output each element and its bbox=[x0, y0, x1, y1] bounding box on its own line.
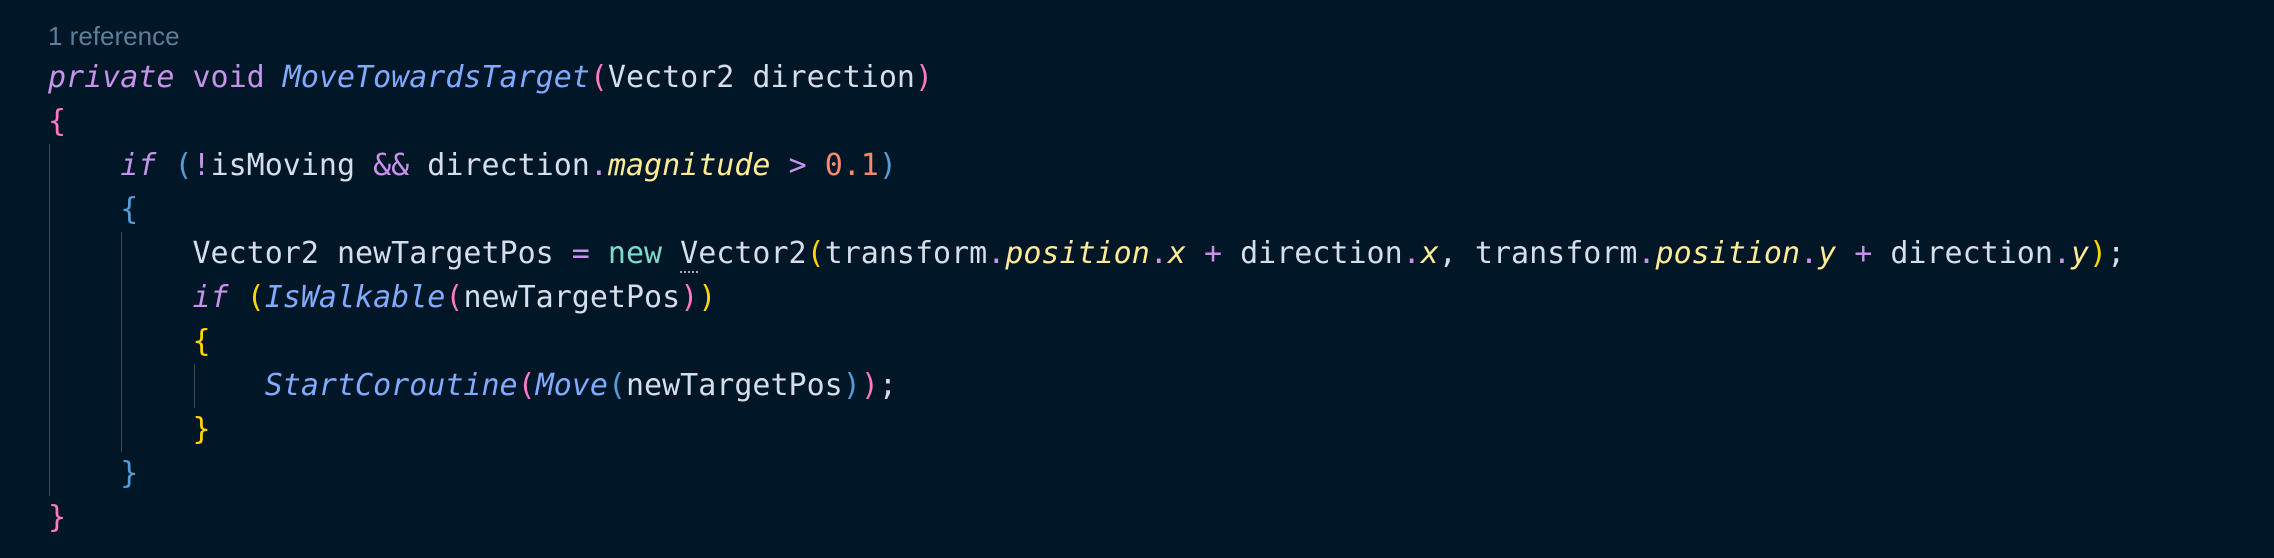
code-token: > bbox=[788, 148, 807, 183]
code-token: void bbox=[192, 60, 265, 95]
code-token: new bbox=[607, 236, 663, 271]
code-token: } bbox=[192, 412, 211, 447]
code-line[interactable]: } bbox=[48, 408, 2274, 452]
code-token: ( bbox=[517, 368, 536, 403]
code-token: . bbox=[2052, 236, 2071, 271]
code-token: ) bbox=[698, 280, 717, 315]
code-editor[interactable]: 1 reference private void MoveTowardsTarg… bbox=[0, 0, 2274, 558]
codelens-references-link[interactable]: 1 reference bbox=[48, 16, 180, 56]
code-line[interactable]: { bbox=[48, 320, 2274, 364]
code-token: . bbox=[1149, 236, 1168, 271]
code-token: ; bbox=[2107, 236, 2126, 271]
code-line[interactable]: } bbox=[48, 452, 2274, 496]
code-token: ( bbox=[246, 280, 265, 315]
code-line[interactable]: StartCoroutine(Move(newTargetPos)); bbox=[48, 364, 2274, 408]
code-token: Move bbox=[535, 368, 608, 403]
code-token: direction bbox=[409, 148, 590, 183]
code-token: if bbox=[192, 280, 229, 315]
code-line[interactable]: Vector2 newTargetPos = new Vector2(trans… bbox=[48, 232, 2274, 276]
code-token: . bbox=[589, 148, 608, 183]
code-token: ( bbox=[174, 148, 193, 183]
code-line[interactable]: if (IsWalkable(newTargetPos)) bbox=[48, 276, 2274, 320]
code-token: . bbox=[987, 236, 1006, 271]
code-token: x bbox=[1420, 236, 1439, 271]
code-line[interactable]: if (!isMoving && direction.magnitude > 0… bbox=[48, 144, 2274, 188]
code-token: x bbox=[1167, 236, 1186, 271]
code-lines[interactable]: private void MoveTowardsTarget(Vector2 d… bbox=[48, 56, 2274, 540]
code-token: direction bbox=[1872, 236, 2053, 271]
code-token: direction bbox=[1222, 236, 1403, 271]
code-token: = bbox=[571, 236, 590, 271]
code-token: . bbox=[1800, 236, 1819, 271]
code-line[interactable]: private void MoveTowardsTarget(Vector2 d… bbox=[48, 56, 2274, 100]
code-token: + bbox=[1854, 236, 1873, 271]
code-line[interactable]: { bbox=[48, 100, 2274, 144]
code-token: ) bbox=[842, 368, 861, 403]
code-token: ) bbox=[2089, 236, 2108, 271]
code-line[interactable]: { bbox=[48, 188, 2274, 232]
code-token: magnitude bbox=[607, 148, 771, 183]
code-token: ( bbox=[607, 368, 626, 403]
code-token: MoveTowardsTarget bbox=[282, 60, 590, 95]
code-token: Vector2 newTargetPos bbox=[192, 236, 572, 271]
code-token: ) bbox=[914, 60, 934, 95]
code-token: ( bbox=[589, 60, 608, 95]
code-token: private bbox=[48, 60, 175, 95]
code-line[interactable]: } bbox=[48, 496, 2274, 540]
code-token: y bbox=[1818, 236, 1837, 271]
code-token: Vector2 direction bbox=[607, 60, 915, 95]
code-token: . bbox=[1402, 236, 1421, 271]
code-token: { bbox=[48, 104, 67, 139]
code-token: ! bbox=[192, 148, 211, 183]
code-token: . bbox=[1637, 236, 1656, 271]
code-token: newTargetPos bbox=[626, 368, 843, 403]
code-token: newTargetPos bbox=[463, 280, 681, 315]
code-token: } bbox=[120, 456, 139, 491]
code-token: IsWalkable bbox=[264, 280, 446, 315]
code-token: ( bbox=[445, 280, 464, 315]
code-token: ) bbox=[860, 368, 879, 403]
code-token: { bbox=[120, 192, 139, 227]
code-token: y bbox=[2070, 236, 2090, 271]
code-token: if bbox=[120, 148, 157, 183]
code-token: ) bbox=[878, 148, 897, 183]
code-token: { bbox=[192, 324, 211, 359]
code-token: isMoving bbox=[210, 148, 374, 183]
code-token: } bbox=[48, 500, 67, 535]
code-token: && bbox=[373, 148, 410, 183]
code-token: transform bbox=[824, 236, 988, 271]
code-token: 0.1 bbox=[824, 148, 879, 183]
code-token: , transform bbox=[1438, 236, 1638, 271]
code-token: ; bbox=[878, 368, 897, 403]
code-token: ) bbox=[680, 280, 699, 315]
code-token: + bbox=[1203, 236, 1223, 271]
code-token: ( bbox=[806, 236, 825, 271]
code-token: position bbox=[1005, 236, 1150, 271]
code-token: ector2 bbox=[698, 236, 807, 271]
code-token: position bbox=[1655, 236, 1801, 271]
code-token: V bbox=[680, 236, 699, 273]
code-token: StartCoroutine bbox=[264, 368, 518, 403]
